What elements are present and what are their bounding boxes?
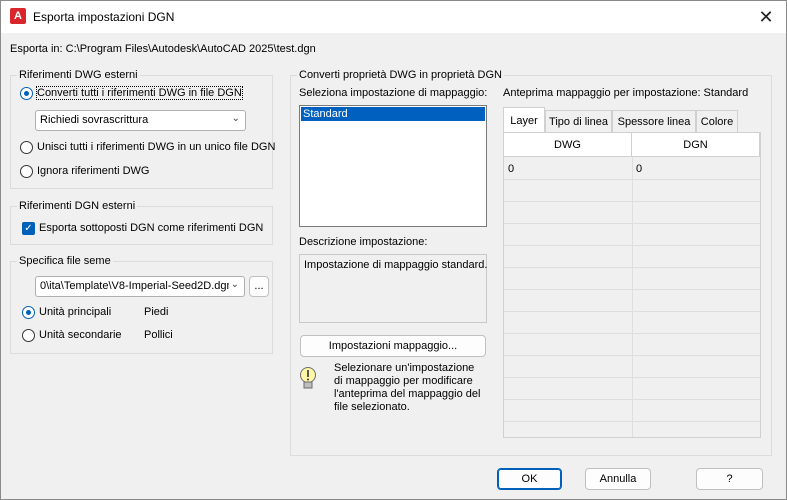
convert-refs-label[interactable]: Converti tutti i riferimenti DWG in file… (36, 86, 243, 100)
tab-layer[interactable]: Layer (503, 107, 545, 132)
seed-file-dropdown[interactable]: 0\ita\Template\V8-Imperial-Seed2D.dgn ⌄ (35, 276, 245, 297)
chevron-down-icon: ⌄ (231, 113, 240, 124)
sub-units-label[interactable]: Unità secondarie (39, 329, 122, 341)
export-dgn-underlays-label[interactable]: Esporta sottoposti DGN come riferimenti … (39, 222, 263, 234)
main-units-value: Piedi (144, 306, 169, 318)
convert-refs-radio[interactable] (20, 87, 33, 100)
preview-tabs: Layer Tipo di linea Spessore linea Color… (503, 107, 761, 132)
seed-file-value: 0\ita\Template\V8-Imperial-Seed2D.dgn (40, 280, 233, 292)
ignore-refs-radio[interactable] (20, 165, 33, 178)
grid-row-line (504, 333, 760, 334)
grid-row-line (504, 223, 760, 224)
mapping-settings-button[interactable]: Impostazioni mappaggio... (300, 335, 486, 357)
main-units-radio[interactable] (22, 306, 35, 319)
dialog-title: Esporta impostazioni DGN (33, 10, 175, 24)
overwrite-dropdown-value: Richiedi sovrascrittura (40, 114, 149, 126)
description-text: Impostazione di mappaggio standard. (304, 259, 488, 271)
title-bar: A Esporta impostazioni DGN ✕ (1, 1, 786, 33)
grid-row-line (504, 421, 760, 422)
ok-button[interactable]: OK (497, 468, 562, 490)
table-cell-dgn: 0 (636, 163, 643, 175)
overwrite-dropdown[interactable]: Richiedi sovrascrittura ⌄ (35, 110, 246, 131)
mapping-listbox[interactable]: Standard (299, 105, 487, 227)
lightbulb-icon (300, 367, 316, 389)
browse-seed-button[interactable]: ... (249, 276, 269, 297)
grid-row-line (504, 267, 760, 268)
grid-column-divider (632, 157, 633, 437)
export-dgn-underlays-checkbox[interactable]: ✓ (22, 222, 35, 235)
column-header-dwg: DWG (504, 133, 632, 157)
grid-row-line (504, 377, 760, 378)
sub-units-value: Pollici (144, 329, 173, 341)
dgn-refs-legend: Riferimenti DGN esterni (17, 200, 138, 212)
convert-properties-legend: Converti proprietà DWG in proprietà DGN (297, 69, 504, 81)
seed-file-group: Specifica file seme 0\ita\Template\V8-Im… (10, 255, 273, 354)
export-path-label: Esporta in: C:\Program Files\Autodesk\Au… (10, 43, 316, 55)
tab-lineweight[interactable]: Spessore linea (612, 110, 696, 132)
main-units-label[interactable]: Unità principali (39, 306, 111, 318)
chevron-down-icon: ⌄ (228, 279, 239, 290)
sub-units-radio[interactable] (22, 329, 35, 342)
table-cell-dwg: 0 (508, 163, 515, 175)
cancel-button[interactable]: Annulla (585, 468, 651, 490)
tab-color[interactable]: Colore (696, 110, 738, 132)
mapping-list-item-standard[interactable]: Standard (301, 107, 485, 121)
description-box: Impostazione di mappaggio standard. (299, 254, 487, 323)
tab-linetype[interactable]: Tipo di linea (545, 110, 612, 132)
preview-title: Anteprima mappaggio per impostazione: St… (503, 87, 749, 99)
grid-row-line (504, 399, 760, 400)
seed-file-legend: Specifica file seme (17, 255, 113, 267)
preview-grid: DWG DGN 0 0 (503, 132, 761, 438)
grid-row-line (504, 289, 760, 290)
grid-row-line (504, 245, 760, 246)
help-button[interactable]: ? (696, 468, 763, 490)
merge-refs-radio[interactable] (20, 141, 33, 154)
merge-refs-label[interactable]: Unisci tutti i riferimenti DWG in un uni… (37, 141, 275, 153)
grid-row-line (504, 179, 760, 180)
dwg-refs-legend: Riferimenti DWG esterni (17, 69, 140, 81)
close-icon[interactable]: ✕ (754, 5, 778, 29)
description-label: Descrizione impostazione: (299, 236, 428, 248)
autocad-app-icon: A (10, 8, 26, 24)
grid-row-line (504, 311, 760, 312)
mapping-select-label: Seleziona impostazione di mappaggio: (299, 87, 488, 99)
column-header-dgn: DGN (632, 133, 760, 157)
dgn-refs-group: Riferimenti DGN esterni ✓ Esporta sottop… (10, 200, 273, 245)
convert-properties-group: Converti proprietà DWG in proprietà DGN … (290, 69, 772, 456)
grid-row-line (504, 355, 760, 356)
ignore-refs-label[interactable]: Ignora riferimenti DWG (37, 165, 149, 177)
dwg-refs-group: Riferimenti DWG esterni Converti tutti i… (10, 69, 275, 189)
tip-text: Selezionare un'impostazione di mappaggio… (334, 362, 481, 413)
export-dgn-dialog: A Esporta impostazioni DGN ✕ Esporta in:… (0, 0, 787, 500)
grid-row-line (504, 201, 760, 202)
